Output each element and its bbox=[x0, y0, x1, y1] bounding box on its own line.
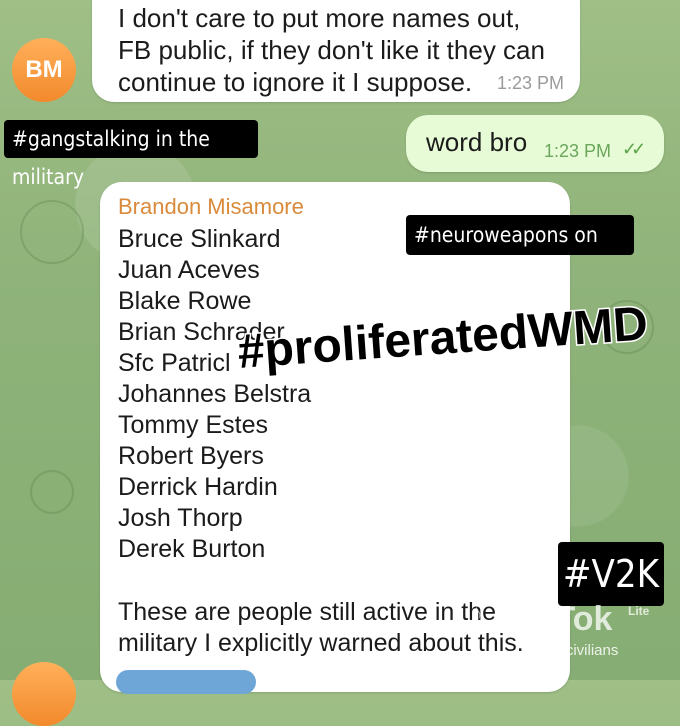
sender-name[interactable]: Brandon Misamore bbox=[118, 194, 304, 220]
reaction-bar[interactable] bbox=[116, 670, 256, 694]
list-item: Tommy Estes bbox=[118, 411, 269, 439]
hashtag-overlay: #neuroweapons on base bbox=[406, 215, 634, 287]
watermark-lite: Lite bbox=[628, 604, 650, 618]
message-time: 1:23 PM bbox=[496, 73, 564, 93]
watermark-brand: TikTok bbox=[506, 600, 613, 638]
list-item: Juan Aceves bbox=[118, 256, 260, 284]
list-item: Blake Rowe bbox=[118, 287, 252, 315]
message-line: continue to ignore it I suppose. bbox=[118, 67, 473, 97]
tiktok-logo-icon: ♪ bbox=[470, 598, 483, 628]
avatar-initials: BM bbox=[25, 56, 63, 83]
list-item: Derrick Hardin bbox=[118, 473, 278, 501]
message-text: I don't care to put more names out, FB p… bbox=[118, 2, 558, 98]
watermark-handle: uscivilians bbox=[550, 642, 619, 659]
outgoing-message-bubble[interactable]: word bro 1:23 PM ✓✓ bbox=[406, 115, 664, 172]
double-check-icon: ✓✓ bbox=[622, 139, 646, 159]
background-doodle bbox=[30, 470, 74, 514]
list-item: Bruce Slinkard bbox=[118, 225, 281, 253]
message-line: I don't care to put more names out, bbox=[118, 3, 521, 33]
message-line: FB public, if they don't like it they ca… bbox=[118, 35, 545, 65]
hashtag-overlay: #gangstalking in the military bbox=[4, 120, 258, 189]
incoming-message-bubble[interactable]: I don't care to put more names out, FB p… bbox=[92, 0, 580, 102]
avatar[interactable]: BM bbox=[12, 38, 76, 102]
tiktok-watermark: ♪ TikTok Lite bbox=[470, 596, 670, 646]
list-item: Derek Burton bbox=[118, 535, 266, 563]
list-item: Josh Thorp bbox=[118, 504, 243, 532]
list-item: Johannes Belstra bbox=[118, 380, 312, 408]
background-doodle bbox=[20, 200, 84, 264]
avatar[interactable] bbox=[12, 662, 76, 726]
message-text: word bro bbox=[426, 127, 528, 157]
list-item: Robert Byers bbox=[118, 442, 264, 470]
message-time: 1:23 PM bbox=[544, 141, 612, 161]
names-list: Bruce Slinkard Juan Aceves Blake Rowe Br… bbox=[118, 224, 311, 565]
